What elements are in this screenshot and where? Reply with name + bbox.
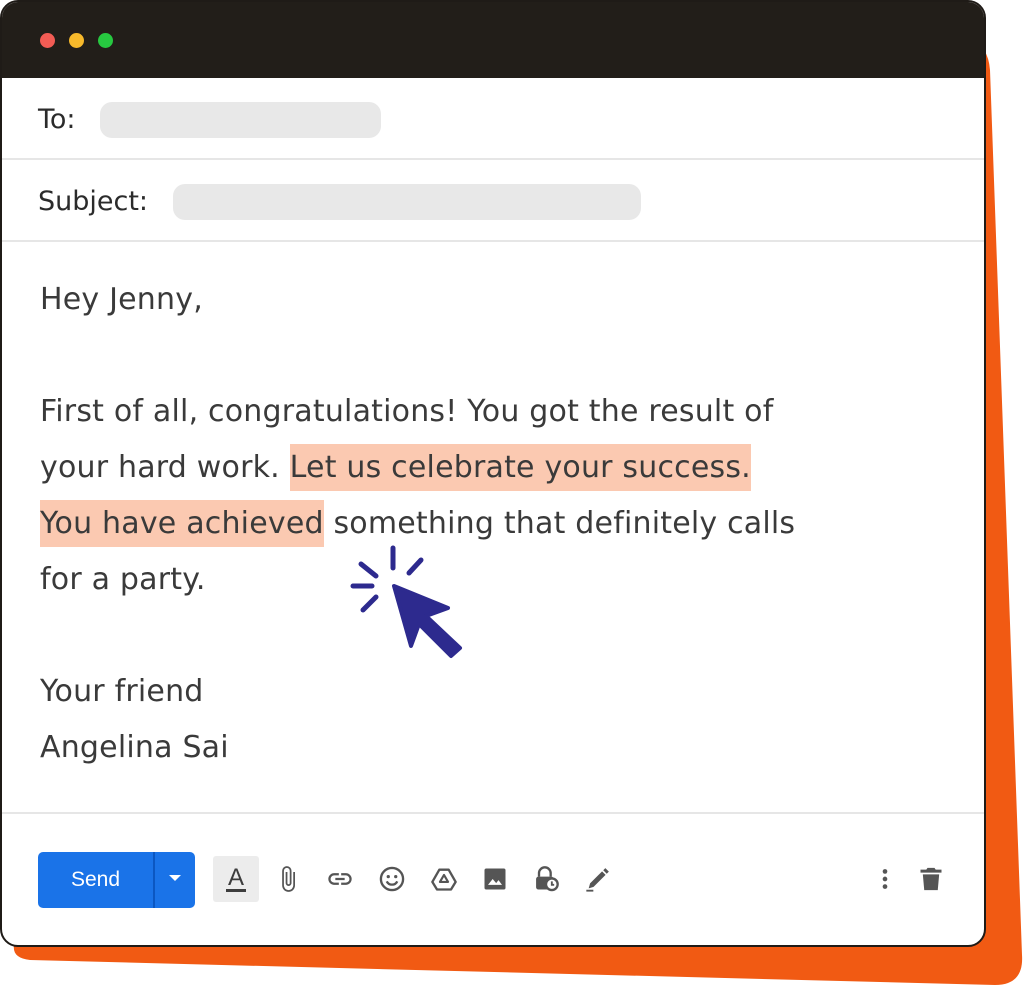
body-line-2-text: your hard work. [40, 450, 290, 485]
drive-button[interactable] [421, 856, 467, 902]
maximize-window-button[interactable] [98, 33, 113, 48]
body-line-1: First of all, congratulations! You got t… [40, 394, 774, 429]
body-line-3: You have achieved something that definit… [40, 500, 796, 547]
to-row: To: [2, 78, 984, 160]
close-window-button[interactable] [40, 33, 55, 48]
drive-icon [431, 868, 457, 891]
confidential-mode-button[interactable] [523, 856, 569, 902]
link-icon [328, 873, 352, 885]
body-line-2: your hard work. Let us celebrate your su… [40, 444, 751, 491]
more-options-icon [882, 869, 888, 889]
title-bar [2, 2, 984, 78]
to-label: To: [38, 104, 76, 135]
body-signature: Angelina Sai [40, 730, 229, 765]
body-line-4: for a party. [40, 562, 206, 597]
link-button[interactable] [317, 856, 363, 902]
highlighted-text: You have achieved [40, 500, 324, 547]
body-line-3-text: something that definitely calls [323, 506, 796, 541]
signature-icon [586, 868, 609, 892]
send-divider [153, 852, 155, 908]
emoji-button[interactable] [369, 856, 415, 902]
subject-label: Subject: [38, 186, 149, 217]
confidential-icon [536, 866, 559, 892]
minimize-window-button[interactable] [69, 33, 84, 48]
send-button[interactable]: Send [38, 852, 153, 908]
discard-draft-button[interactable] [908, 856, 954, 902]
subject-field[interactable] [173, 184, 641, 220]
cursor-click-icon [350, 545, 462, 658]
subject-row: Subject: [2, 160, 984, 242]
compose-window: To: Subject: Hey Jenny, First of all, co… [0, 0, 986, 947]
image-icon [484, 868, 506, 890]
delete-icon [920, 867, 942, 891]
more-options-button[interactable] [862, 856, 908, 902]
emoji-icon [379, 866, 405, 892]
highlighted-text: Let us celebrate your success. [289, 444, 751, 491]
body-signoff: Your friend [40, 674, 204, 709]
compose-toolbar: Send A [2, 814, 984, 945]
attach-button[interactable] [265, 856, 311, 902]
send-button-group: Send [38, 852, 195, 908]
body-greeting: Hey Jenny, [40, 282, 203, 317]
send-dropdown-icon[interactable] [169, 875, 181, 881]
signature-button[interactable] [575, 856, 621, 902]
to-field[interactable] [100, 102, 381, 138]
insert-image-button[interactable] [472, 856, 518, 902]
format-text-icon: A [225, 863, 246, 892]
attach-icon [282, 866, 295, 892]
message-body[interactable]: Hey Jenny, First of all, congratulations… [2, 242, 984, 814]
format-text-button[interactable]: A [213, 856, 259, 902]
